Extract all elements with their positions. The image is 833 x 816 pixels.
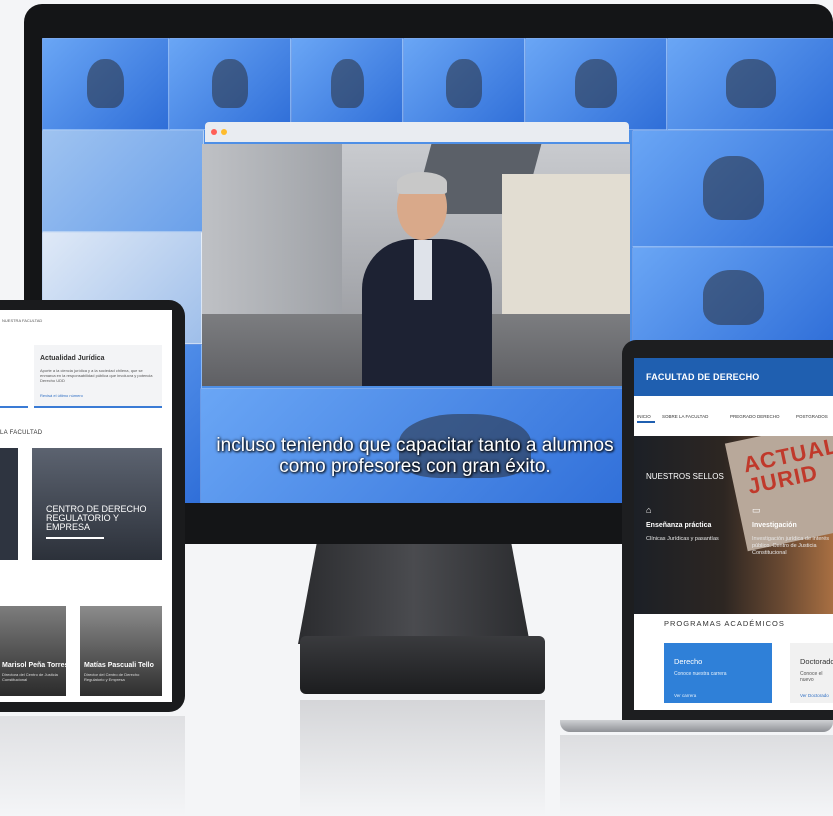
person-card[interactable] xyxy=(80,606,162,696)
building-icon: ⌂ xyxy=(646,505,652,515)
actualidad-card-text: Aporte a la ciencia jurídica y a la soci… xyxy=(40,368,153,383)
tablet-breadcrumb[interactable]: NUESTRA FACULTAD xyxy=(2,318,42,323)
card-underline xyxy=(0,406,28,408)
program-card-link[interactable]: Ver Doctorado xyxy=(800,693,829,698)
actualidad-card-title: Actualidad Jurídica xyxy=(40,355,105,362)
person-role: Directora del Centro de Justicia Constit… xyxy=(2,672,58,682)
nav-postgrados[interactable]: POSTGRADOS xyxy=(796,414,828,419)
document-icon: ▭ xyxy=(752,505,761,515)
laptop-reflection xyxy=(560,735,833,816)
photo-card[interactable] xyxy=(0,448,18,560)
close-dot-icon xyxy=(211,129,217,135)
program-card-title: Derecho xyxy=(674,657,703,666)
caption-underline xyxy=(46,537,104,539)
monitor-base xyxy=(300,636,545,694)
person-role: Director del Centro de Derecho Regulator… xyxy=(84,672,140,682)
program-card-link[interactable]: Ver carrera xyxy=(674,693,696,698)
browser-toolbar xyxy=(205,122,629,142)
sello-text: Clínicas Jurídicas y pasantías xyxy=(646,536,719,542)
minimize-dot-icon xyxy=(221,129,227,135)
monitor-stand xyxy=(298,544,530,644)
program-card-doctorado[interactable]: Doctorado Conoce el nuevo Doctorado Ver … xyxy=(790,643,833,703)
program-card-derecho[interactable]: Derecho Conoce nuestra carrera Ver carre… xyxy=(664,643,772,703)
subtitle-line-2: como profesores con gran éxito. xyxy=(279,456,551,477)
base-reflection xyxy=(300,700,545,816)
tablet-reflection xyxy=(0,716,185,816)
sellos-title: NUESTROS SELLOS xyxy=(646,472,724,481)
laptop-base xyxy=(560,720,833,732)
section-label: LA FACULTAD xyxy=(0,430,43,436)
program-card-text: Conoce nuestra carrera xyxy=(674,671,727,677)
card-underline xyxy=(34,406,162,408)
video-subtitle: incluso teniendo que capacitar tanto a a… xyxy=(200,435,630,477)
actualidad-card-link[interactable]: Revisá el último número xyxy=(40,393,83,398)
program-card-text: Conoce el nuevo Doctorado xyxy=(800,671,823,683)
sello-title: Enseñanza práctica xyxy=(646,522,712,529)
video-frame xyxy=(202,144,630,386)
sello-title: Investigación xyxy=(752,522,797,529)
person-name: Marisol Peña Torres xyxy=(2,662,69,669)
nav-inicio[interactable]: INICIO xyxy=(637,414,651,419)
program-card-title: Doctorado xyxy=(800,657,833,666)
nav-active-indicator xyxy=(637,421,655,423)
site-brand[interactable]: FACULTAD DE DERECHO xyxy=(646,372,759,382)
sello-text: Investigación jurídica de interés públic… xyxy=(752,536,830,556)
person-card[interactable] xyxy=(0,606,66,696)
nav-sobre-la-facultad[interactable]: SOBRE LA FACULTAD xyxy=(662,414,708,419)
programs-title: PROGRAMAS ACADÉMICOS xyxy=(664,619,785,628)
subtitle-line-1: incluso teniendo que capacitar tanto a a… xyxy=(216,435,614,456)
photo-caption: CENTRO DE DERECHO REGULATORIO Y EMPRESA xyxy=(46,504,147,532)
person-name: Matías Pascuali Tello xyxy=(84,662,154,669)
nav-pregrado-derecho[interactable]: PREGRADO DERECHO xyxy=(730,414,780,419)
